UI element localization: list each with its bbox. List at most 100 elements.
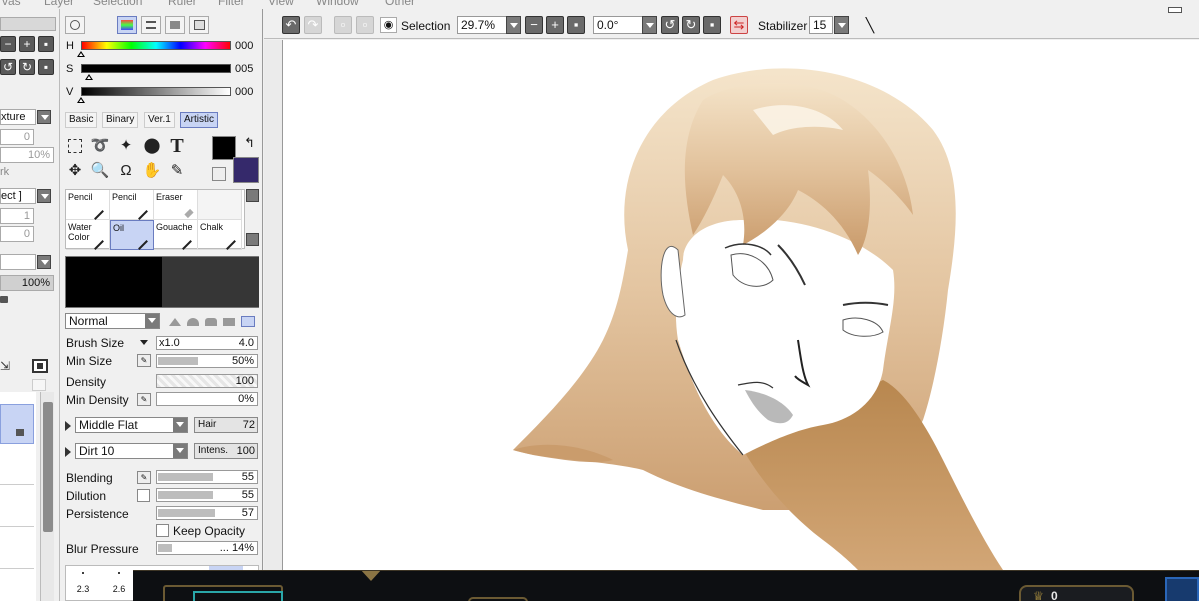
brush-size-multiplier[interactable]: x1.0 [159,337,180,349]
zoom-field[interactable]: 29.7% [457,16,507,34]
text-tool-icon[interactable]: T [167,136,187,156]
brush-texture-select[interactable]: Dirt 10 [75,443,188,459]
secondary-color-swatch[interactable] [233,157,259,183]
layer-scrollbar-thumb[interactable] [43,402,53,532]
drawing-canvas[interactable] [282,40,1199,570]
fill-icon[interactable]: ⬤ [142,136,162,156]
effect-dropdown-icon[interactable] [37,189,51,203]
value-value[interactable]: 000 [235,86,253,98]
hsv-slider-mode-button[interactable] [117,16,137,34]
scratchpad-mode-button[interactable] [189,16,209,34]
brush-pencil[interactable]: Pencil [66,190,110,220]
menu-item-ruler[interactable]: Ruler [168,0,197,8]
zoom-in-button[interactable]: + [546,16,564,34]
rotate-reset-button[interactable]: ▪ [38,59,54,75]
brush-pencil-2[interactable]: Pencil [110,190,154,220]
dilution-slider[interactable]: 55 [156,488,258,502]
blend-mode-dropdown-icon[interactable] [37,255,51,269]
expand-shape-icon[interactable] [65,421,71,431]
menu-item-other[interactable]: Other [385,0,415,8]
rotate-left-button[interactable]: ↺ [0,59,16,75]
menu-item-selection[interactable]: Selection [93,0,142,8]
rotation-dropdown-icon[interactable] [642,16,657,34]
zoom-reset-button[interactable]: ▪ [567,16,585,34]
zoom-out-button[interactable]: − [0,36,16,52]
layer-item[interactable] [0,487,34,527]
texture-dropdown-icon[interactable] [37,110,51,124]
show-selection-eye-icon[interactable]: ◉ [380,17,397,33]
persistence-slider[interactable]: 57 [156,506,258,520]
rotate-left-button[interactable]: ↺ [661,16,679,34]
brush-tip-shapes[interactable] [167,313,257,329]
blend-mode-select[interactable]: Normal [65,313,160,329]
swap-colors-icon[interactable]: ↰ [244,135,255,151]
pressure-pen-icon[interactable]: ✎ [137,471,151,484]
color-wheel-mode-button[interactable] [65,16,85,34]
undo-button[interactable]: ↶ [282,16,300,34]
tab-basic[interactable]: Basic [65,112,98,128]
min-density-slider[interactable]: 0% [156,392,258,406]
min-size-slider[interactable]: 50% [156,354,258,368]
size-preset[interactable]: 2.6 [102,566,136,600]
scroll-up-icon[interactable] [246,189,259,202]
density-slider[interactable]: 100 [156,374,258,388]
menu-item-layer[interactable]: Layer [44,0,74,8]
saturation-slider[interactable] [81,64,231,73]
dilution-pressure-checkbox[interactable] [137,489,150,502]
layer-item[interactable] [0,445,34,485]
saturation-slider-handle[interactable] [85,74,93,80]
zoom-out-button[interactable]: − [525,16,543,34]
zoom-dropdown-icon[interactable] [506,16,521,34]
tab-artistic[interactable]: Artistic [180,112,218,128]
redo-button[interactable]: ↷ [304,16,322,34]
rgb-slider-mode-button[interactable] [141,16,161,34]
brush-oil[interactable]: Oil [110,220,154,250]
texture-select[interactable]: xture [0,109,36,125]
texture-intensity-field[interactable]: Intens. 100 [194,443,258,459]
zoom-reset-button[interactable]: ▪ [38,36,54,52]
keep-opacity-checkbox[interactable] [156,524,169,537]
menu-item-view[interactable]: View [268,0,294,8]
layer-item[interactable] [0,529,34,569]
hue-value[interactable]: 000 [235,40,253,52]
tip-shape-icon[interactable] [241,316,255,327]
layer-lock-icon[interactable] [16,429,24,436]
menu-item-filter[interactable]: Filter [218,0,245,8]
flip-horizontal-button[interactable]: ⇆ [730,16,748,34]
layer-item[interactable] [0,571,34,601]
menu-item-window[interactable]: Window [316,0,359,8]
zoom-in-button[interactable]: + [19,36,35,52]
tip-shape-icon[interactable] [187,318,199,326]
texture-scale-field[interactable]: 0 [0,129,34,145]
blend-mode-select[interactable] [0,254,36,270]
rotate-reset-button[interactable]: ▪ [703,16,721,34]
rotate-right-button[interactable]: ↻ [19,59,35,75]
deselect-button[interactable]: ▫ [334,16,352,34]
window-control-icon[interactable] [1168,7,1182,13]
brush-water-color[interactable]: Water Color [66,220,110,250]
saturation-value[interactable]: 005 [235,63,253,75]
brush-shape-select[interactable]: Middle Flat [75,417,188,433]
lasso-icon[interactable]: ➰ [90,136,110,156]
move-icon[interactable]: ✥ [65,161,85,181]
tip-shape-icon[interactable] [205,318,217,326]
rect-select-icon[interactable] [65,136,85,156]
hand-icon[interactable]: ✋ [142,161,162,181]
pressure-pen-icon[interactable]: ✎ [137,393,151,406]
magic-wand-icon[interactable]: ✦ [116,136,136,156]
tip-shape-icon[interactable] [223,318,235,326]
lock-icon[interactable] [0,296,8,303]
layer-scrollbar[interactable] [40,392,54,601]
value-slider[interactable] [81,87,231,96]
rotation-field[interactable]: 0.0° [593,16,643,34]
stabilizer-dropdown-icon[interactable] [834,16,849,34]
effect-select[interactable]: ect ] [0,188,36,204]
hue-slider[interactable] [81,41,231,50]
blending-slider[interactable]: 55 [156,470,258,484]
brush-grid-scrollbar[interactable] [246,189,259,249]
color-mixer-mode-button[interactable] [165,16,185,34]
eyedropper-icon[interactable]: ✎ [167,161,187,181]
tab-ver1[interactable]: Ver.1 [144,112,175,128]
brush-empty[interactable] [198,190,242,220]
brush-chalk[interactable]: Chalk [198,220,242,250]
